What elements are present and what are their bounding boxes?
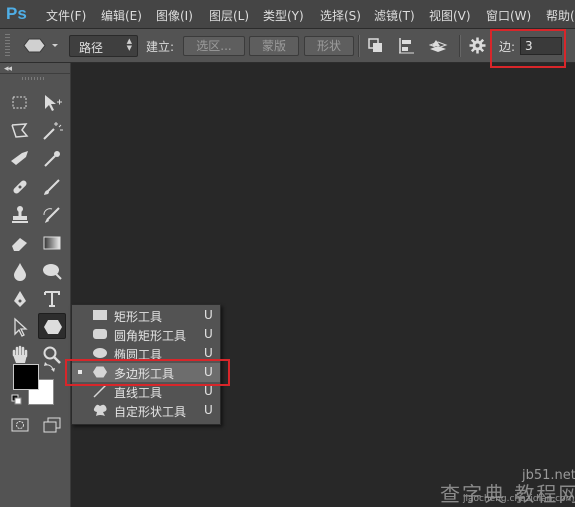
flyout-item-shortcut: U [204, 384, 213, 398]
screen-mode-icon[interactable] [40, 413, 64, 437]
flyout-item-shortcut: U [204, 346, 213, 360]
pen-icon[interactable] [8, 287, 32, 311]
line-icon [93, 384, 107, 398]
polygon-highlight-box [65, 359, 230, 386]
gradient-icon[interactable] [40, 231, 64, 255]
blur-icon[interactable] [8, 259, 32, 283]
options-bar: 路径 ▲ ▼ 建立: 选区... 蒙版 形状 边: [0, 29, 575, 63]
menu-file[interactable]: 文件(F) [46, 7, 86, 24]
menu-layer[interactable]: 图层(L) [209, 7, 249, 24]
make-label: 建立: [146, 40, 175, 54]
default-colors-icon[interactable] [11, 394, 23, 409]
menu-window[interactable]: 窗口(W) [486, 7, 531, 24]
tool-mode-value: 路径 [79, 41, 104, 55]
flyout-item-rounded-rectangle[interactable]: 圆角矩形工具 U [72, 325, 220, 344]
options-bar-grip[interactable] [5, 34, 10, 57]
panel-header-line [0, 73, 70, 74]
path-selection-icon[interactable] [8, 315, 32, 339]
separator [358, 35, 360, 57]
app-logo: Ps [6, 4, 27, 23]
separator [459, 35, 461, 57]
tool-mode-select[interactable]: 路径 ▲ ▼ [69, 35, 138, 57]
polygon-tool-preset-icon [23, 38, 58, 53]
crop-icon[interactable] [8, 147, 32, 171]
polygonal-lasso-icon[interactable] [8, 119, 32, 143]
updown-arrows-icon: ▲ ▼ [126, 37, 132, 52]
menu-select[interactable]: 选择(S) [320, 7, 361, 24]
panel-grip[interactable] [22, 77, 46, 80]
magic-wand-icon[interactable] [40, 119, 64, 143]
flyout-item-custom-shape[interactable]: 自定形状工具 U [72, 401, 220, 420]
rectangular-marquee-icon[interactable] [8, 91, 32, 115]
rectangle-icon [93, 310, 107, 320]
tool-preset-picker[interactable] [18, 35, 64, 56]
menu-bar: Ps 文件(F) 编辑(E) 图像(I) 图层(L) 类型(Y) 选择(S) 滤… [0, 0, 575, 29]
make-shape-button[interactable]: 形状 [304, 36, 354, 56]
flyout-item-label: 自定形状工具 [114, 405, 187, 419]
history-brush-icon[interactable] [40, 203, 64, 227]
type-icon[interactable] [40, 287, 64, 311]
eraser-icon[interactable] [8, 231, 32, 255]
flyout-item-label: 圆角矩形工具 [114, 329, 187, 343]
flyout-item-label: 直线工具 [114, 386, 163, 400]
flyout-item-shortcut: U [204, 403, 213, 417]
rounded-rectangle-icon [93, 329, 107, 339]
custom-shape-icon [93, 404, 107, 416]
path-arrangement-icon[interactable] [428, 36, 449, 59]
menu-edit[interactable]: 编辑(E) [101, 7, 142, 24]
make-mask-button[interactable]: 蒙版 [249, 36, 299, 56]
make-selection-button[interactable]: 选区... [183, 36, 245, 56]
menu-filter[interactable]: 滤镜(T) [374, 7, 415, 24]
dodge-icon[interactable] [40, 259, 64, 283]
menu-help[interactable]: 帮助( [546, 7, 575, 24]
quick-mask-icon[interactable] [8, 413, 32, 437]
gear-icon[interactable] [469, 37, 486, 57]
flyout-item-rectangle[interactable]: 矩形工具 U [72, 306, 220, 325]
sides-highlight-box [490, 29, 566, 68]
menu-view[interactable]: 视图(V) [429, 7, 471, 24]
menu-type[interactable]: 类型(Y) [263, 7, 304, 24]
foreground-color-swatch[interactable] [13, 364, 39, 390]
ellipse-icon [93, 348, 107, 358]
tools-panel: ◂◂ [0, 63, 71, 507]
clone-stamp-icon[interactable] [8, 203, 32, 227]
path-alignment-icon[interactable] [398, 37, 416, 58]
flyout-item-label: 矩形工具 [114, 310, 163, 324]
flyout-item-shortcut: U [204, 308, 213, 322]
flyout-item-shortcut: U [204, 327, 213, 341]
menu-image[interactable]: 图像(I) [156, 7, 193, 24]
polygon-icon[interactable] [38, 313, 66, 339]
brush-icon[interactable] [40, 175, 64, 199]
watermark-url: jiaocheng.chazidian.com [463, 494, 575, 504]
swap-colors-icon[interactable] [44, 361, 56, 376]
move-icon[interactable] [40, 91, 64, 115]
path-operations-icon[interactable] [367, 37, 385, 58]
healing-brush-icon[interactable] [8, 175, 32, 199]
eyedropper-icon[interactable] [40, 147, 64, 171]
